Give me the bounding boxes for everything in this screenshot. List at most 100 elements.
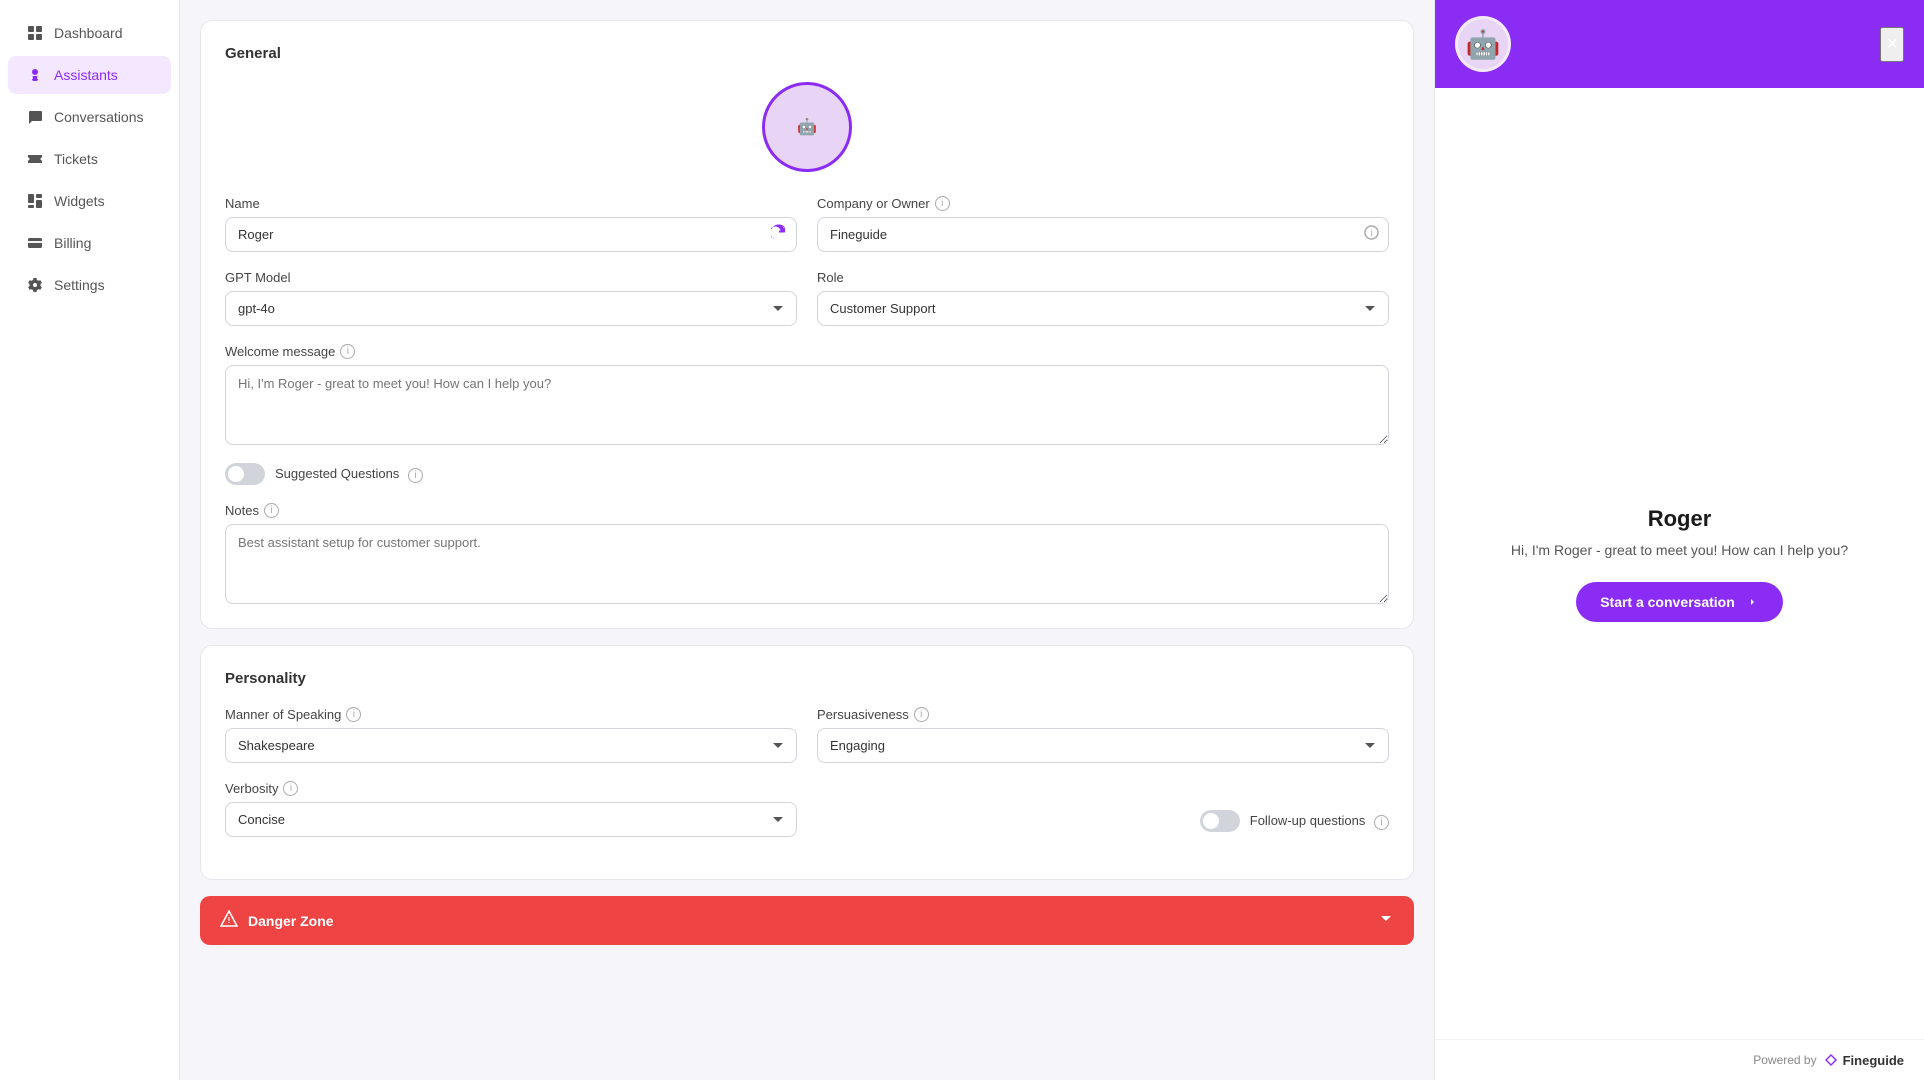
sidebar-item-widgets[interactable]: Widgets xyxy=(8,182,171,220)
billing-icon xyxy=(26,234,44,252)
manner-persuasiveness-row: Manner of Speaking i Shakespeare Formal … xyxy=(225,707,1389,763)
gpt-select[interactable]: gpt-4o gpt-4 gpt-3.5-turbo xyxy=(225,291,797,326)
sidebar-label-widgets: Widgets xyxy=(54,193,105,209)
persuasiveness-group: Persuasiveness i Engaging Neutral Subtle xyxy=(817,707,1389,763)
gpt-label: GPT Model xyxy=(225,270,797,285)
notes-textarea[interactable] xyxy=(225,524,1389,604)
manner-group: Manner of Speaking i Shakespeare Formal … xyxy=(225,707,797,763)
persuasiveness-info-icon[interactable]: i xyxy=(914,707,929,722)
sidebar-item-tickets[interactable]: Tickets xyxy=(8,140,171,178)
sidebar: Dashboard Assistants Conversations Ticke… xyxy=(0,0,180,1080)
svg-text:!: ! xyxy=(228,916,231,925)
welcome-info-icon[interactable]: i xyxy=(340,344,355,359)
avatar-container: 🤖 xyxy=(225,82,1389,172)
preview-agent-name: Roger xyxy=(1648,506,1712,532)
followup-group: Follow-up questions i xyxy=(817,781,1389,837)
role-group: Role Customer Support Sales Technical Su… xyxy=(817,270,1389,326)
company-group: Company or Owner i i xyxy=(817,196,1389,252)
sidebar-label-tickets: Tickets xyxy=(54,151,98,167)
notes-label: Notes i xyxy=(225,503,1389,518)
verbosity-label: Verbosity i xyxy=(225,781,797,796)
verbosity-select[interactable]: Concise Moderate Verbose xyxy=(225,802,797,837)
sidebar-label-billing: Billing xyxy=(54,235,91,251)
refresh-icon[interactable] xyxy=(771,224,787,245)
gpt-role-row: GPT Model gpt-4o gpt-4 gpt-3.5-turbo Rol… xyxy=(225,270,1389,326)
danger-zone[interactable]: ! Danger Zone xyxy=(200,896,1414,945)
warning-icon: ! xyxy=(220,910,238,931)
sidebar-label-dashboard: Dashboard xyxy=(54,25,123,41)
company-info-icon-right[interactable]: i xyxy=(1364,225,1379,245)
personality-title: Personality xyxy=(225,670,1389,687)
chevron-down-icon xyxy=(1378,910,1394,931)
role-label: Role xyxy=(817,270,1389,285)
powered-by-text: Powered by xyxy=(1753,1053,1816,1067)
svg-text:i: i xyxy=(1371,228,1373,238)
widget-icon xyxy=(26,192,44,210)
avatar-robot-icon: 🤖 xyxy=(797,117,817,137)
followup-label: Follow-up questions i xyxy=(1250,813,1389,830)
welcome-group: Welcome message i xyxy=(225,344,1389,445)
role-select[interactable]: Customer Support Sales Technical Support xyxy=(817,291,1389,326)
name-group: Name xyxy=(225,196,797,252)
danger-zone-label: Danger Zone xyxy=(248,913,334,929)
name-input-wrapper xyxy=(225,217,797,252)
preview-footer: Powered by Fineguide xyxy=(1435,1039,1924,1080)
grid-icon xyxy=(26,24,44,42)
bot-icon xyxy=(26,66,44,84)
preview-panel: 🤖 × Roger Hi, I'm Roger - great to meet … xyxy=(1434,0,1924,1080)
company-label: Company or Owner i xyxy=(817,196,1389,211)
notes-group: Notes i xyxy=(225,503,1389,604)
welcome-textarea[interactable] xyxy=(225,365,1389,445)
general-card: General 🤖 Name Company or Owner i xyxy=(200,20,1414,629)
danger-zone-content: ! Danger Zone xyxy=(220,910,334,931)
sidebar-item-conversations[interactable]: Conversations xyxy=(8,98,171,136)
preview-welcome-message: Hi, I'm Roger - great to meet you! How c… xyxy=(1511,542,1848,558)
persuasiveness-select[interactable]: Engaging Neutral Subtle xyxy=(817,728,1389,763)
sidebar-item-settings[interactable]: Settings xyxy=(8,266,171,304)
sidebar-item-billing[interactable]: Billing xyxy=(8,224,171,262)
chat-icon xyxy=(26,108,44,126)
sidebar-label-settings: Settings xyxy=(54,277,105,293)
personality-card: Personality Manner of Speaking i Shakesp… xyxy=(200,645,1414,880)
followup-info-icon[interactable]: i xyxy=(1374,815,1389,830)
start-conversation-button[interactable]: Start a conversation xyxy=(1576,582,1783,622)
manner-label: Manner of Speaking i xyxy=(225,707,797,722)
fineguide-logo: Fineguide xyxy=(1823,1052,1904,1068)
followup-toggle[interactable] xyxy=(1200,810,1240,832)
settings-icon xyxy=(26,276,44,294)
preview-close-button[interactable]: × xyxy=(1880,27,1904,62)
fineguide-diamond-icon xyxy=(1823,1052,1839,1068)
verbosity-info-icon[interactable]: i xyxy=(283,781,298,796)
sidebar-item-assistants[interactable]: Assistants xyxy=(8,56,171,94)
gpt-group: GPT Model gpt-4o gpt-4 gpt-3.5-turbo xyxy=(225,270,797,326)
company-input-wrapper: i xyxy=(817,217,1389,252)
preview-body: Roger Hi, I'm Roger - great to meet you!… xyxy=(1435,88,1924,1039)
fineguide-brand: Fineguide xyxy=(1843,1053,1904,1068)
welcome-label: Welcome message i xyxy=(225,344,1389,359)
name-label: Name xyxy=(225,196,797,211)
company-input[interactable] xyxy=(817,217,1389,252)
preview-avatar-robot: 🤖 xyxy=(1466,28,1501,61)
manner-info-icon[interactable]: i xyxy=(346,707,361,722)
sidebar-label-conversations: Conversations xyxy=(54,109,144,125)
name-input[interactable] xyxy=(225,217,797,252)
verbosity-followup-row: Verbosity i Concise Moderate Verbose Fol… xyxy=(225,781,1389,837)
general-title: General xyxy=(225,45,1389,62)
suggested-label: Suggested Questions i xyxy=(275,466,423,483)
verbosity-group: Verbosity i Concise Moderate Verbose xyxy=(225,781,797,837)
suggested-questions-row: Suggested Questions i xyxy=(225,463,1389,485)
sidebar-item-dashboard[interactable]: Dashboard xyxy=(8,14,171,52)
preview-avatar: 🤖 xyxy=(1455,16,1511,72)
suggested-questions-toggle[interactable] xyxy=(225,463,265,485)
manner-select[interactable]: Shakespeare Formal Casual xyxy=(225,728,797,763)
main-content: General 🤖 Name Company or Owner i xyxy=(180,0,1434,1080)
persuasiveness-label: Persuasiveness i xyxy=(817,707,1389,722)
preview-header: 🤖 × xyxy=(1435,0,1924,88)
sidebar-label-assistants: Assistants xyxy=(54,67,118,83)
company-info-icon[interactable]: i xyxy=(935,196,950,211)
suggested-info-icon[interactable]: i xyxy=(408,468,423,483)
avatar[interactable]: 🤖 xyxy=(762,82,852,172)
ticket-icon xyxy=(26,150,44,168)
notes-info-icon[interactable]: i xyxy=(264,503,279,518)
name-company-row: Name Company or Owner i i xyxy=(225,196,1389,252)
